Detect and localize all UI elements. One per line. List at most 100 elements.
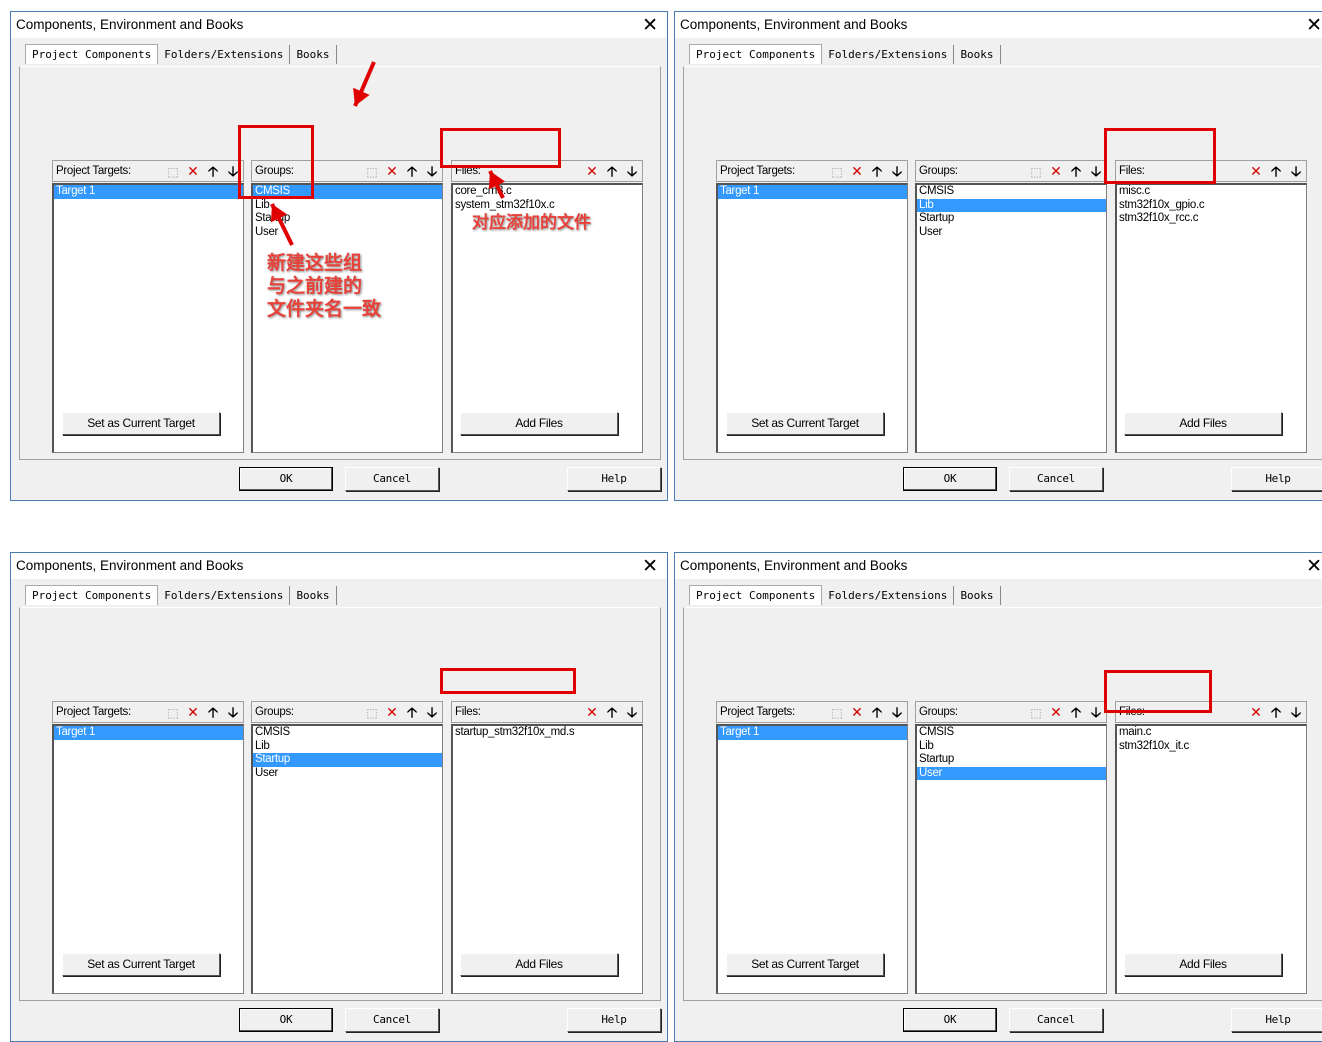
list-item[interactable]: core_cm3.c (453, 185, 642, 199)
move-down-icon[interactable]: 🡣 (1286, 703, 1306, 723)
delete-icon[interactable]: ✕ (183, 703, 203, 723)
move-up-icon[interactable]: 🡡 (402, 703, 422, 723)
move-down-icon[interactable]: 🡣 (887, 703, 907, 723)
list-item[interactable]: User (253, 226, 442, 240)
move-up-icon[interactable]: 🡡 (1266, 703, 1286, 723)
list-item[interactable]: Lib (253, 199, 442, 213)
move-down-icon[interactable]: 🡣 (422, 703, 442, 723)
list-item[interactable]: Lib (917, 740, 1106, 754)
move-up-icon[interactable]: 🡡 (602, 703, 622, 723)
groups-list[interactable]: CMSIS Lib Startup User (915, 183, 1107, 453)
list-item[interactable]: Lib (253, 740, 442, 754)
list-item[interactable]: Lib (917, 198, 1106, 212)
close-icon[interactable]: ✕ (642, 14, 658, 36)
move-up-icon[interactable]: 🡡 (1066, 703, 1086, 723)
delete-icon[interactable]: ✕ (382, 162, 402, 182)
tab-project-components[interactable]: Project Components (689, 44, 823, 64)
tab-books[interactable]: Books (290, 45, 337, 64)
help-button[interactable]: Help (1231, 467, 1322, 491)
ok-button[interactable]: OK (903, 467, 997, 491)
new-item-icon[interactable]: ⬚ (827, 162, 847, 182)
delete-icon[interactable]: ✕ (847, 162, 867, 182)
list-item[interactable]: startup_stm32f10x_md.s (453, 726, 642, 740)
cancel-button[interactable]: Cancel (1009, 467, 1103, 491)
list-item[interactable]: Startup (253, 212, 442, 226)
list-item[interactable]: User (917, 226, 1106, 240)
move-down-icon[interactable]: 🡣 (223, 703, 243, 723)
list-item[interactable]: Target 1 (54, 185, 243, 199)
list-item[interactable]: User (253, 767, 442, 781)
new-item-icon[interactable]: ⬚ (1026, 703, 1046, 723)
ok-button[interactable]: OK (903, 1008, 997, 1032)
close-icon[interactable]: ✕ (1306, 555, 1322, 577)
new-item-icon[interactable]: ⬚ (362, 162, 382, 182)
list-item[interactable]: Startup (917, 212, 1106, 226)
ok-button[interactable]: OK (239, 1008, 333, 1032)
move-up-icon[interactable]: 🡡 (602, 162, 622, 182)
move-down-icon[interactable]: 🡣 (887, 162, 907, 182)
set-current-target-button[interactable]: Set as Current Target (726, 412, 884, 435)
list-item[interactable]: stm32f10x_gpio.c (1117, 199, 1306, 213)
new-item-icon[interactable]: ⬚ (827, 703, 847, 723)
tab-folders-extensions[interactable]: Folders/Extensions (822, 45, 955, 64)
tab-project-components[interactable]: Project Components (689, 585, 823, 605)
help-button[interactable]: Help (567, 467, 661, 491)
groups-list[interactable]: CMSIS Lib Startup User (251, 724, 443, 994)
tab-folders-extensions[interactable]: Folders/Extensions (158, 45, 291, 64)
new-item-icon[interactable]: ⬚ (163, 162, 183, 182)
tab-project-components[interactable]: Project Components (25, 585, 159, 605)
add-files-button[interactable]: Add Files (460, 953, 618, 976)
new-item-icon[interactable]: ⬚ (362, 703, 382, 723)
list-item[interactable]: stm32f10x_it.c (1117, 740, 1306, 754)
cancel-button[interactable]: Cancel (345, 1008, 439, 1032)
move-up-icon[interactable]: 🡡 (203, 162, 223, 182)
list-item[interactable]: Startup (253, 753, 442, 767)
close-icon[interactable]: ✕ (1306, 14, 1322, 36)
delete-icon[interactable]: ✕ (1246, 703, 1266, 723)
move-up-icon[interactable]: 🡡 (1266, 162, 1286, 182)
move-up-icon[interactable]: 🡡 (867, 162, 887, 182)
set-current-target-button[interactable]: Set as Current Target (62, 953, 220, 976)
list-item[interactable]: CMSIS (917, 185, 1106, 199)
list-item[interactable]: Target 1 (54, 726, 243, 740)
tab-books[interactable]: Books (290, 586, 337, 605)
delete-icon[interactable]: ✕ (183, 162, 203, 182)
add-files-button[interactable]: Add Files (1124, 953, 1282, 976)
tab-project-components[interactable]: Project Components (25, 44, 159, 64)
tab-books[interactable]: Books (954, 586, 1001, 605)
new-item-icon[interactable]: ⬚ (1026, 162, 1046, 182)
move-down-icon[interactable]: 🡣 (1086, 703, 1106, 723)
cancel-button[interactable]: Cancel (1009, 1008, 1103, 1032)
list-item[interactable]: CMSIS (917, 726, 1106, 740)
delete-icon[interactable]: ✕ (1246, 162, 1266, 182)
list-item[interactable]: Target 1 (718, 185, 907, 199)
close-icon[interactable]: ✕ (642, 555, 658, 577)
add-files-button[interactable]: Add Files (460, 412, 618, 435)
move-up-icon[interactable]: 🡡 (1066, 162, 1086, 182)
move-up-icon[interactable]: 🡡 (203, 703, 223, 723)
move-down-icon[interactable]: 🡣 (1086, 162, 1106, 182)
tab-folders-extensions[interactable]: Folders/Extensions (158, 586, 291, 605)
move-down-icon[interactable]: 🡣 (1286, 162, 1306, 182)
delete-icon[interactable]: ✕ (382, 703, 402, 723)
help-button[interactable]: Help (1231, 1008, 1322, 1032)
move-down-icon[interactable]: 🡣 (622, 703, 642, 723)
groups-list[interactable]: CMSIS Lib Startup User (915, 724, 1107, 994)
delete-icon[interactable]: ✕ (582, 703, 602, 723)
add-files-button[interactable]: Add Files (1124, 412, 1282, 435)
move-up-icon[interactable]: 🡡 (402, 162, 422, 182)
help-button[interactable]: Help (567, 1008, 661, 1032)
list-item[interactable]: main.c (1117, 726, 1306, 740)
list-item[interactable]: stm32f10x_rcc.c (1117, 212, 1306, 226)
list-item[interactable]: Target 1 (718, 726, 907, 740)
cancel-button[interactable]: Cancel (345, 467, 439, 491)
delete-icon[interactable]: ✕ (1046, 703, 1066, 723)
list-item[interactable]: Startup (917, 753, 1106, 767)
tab-books[interactable]: Books (954, 45, 1001, 64)
ok-button[interactable]: OK (239, 467, 333, 491)
list-item[interactable]: misc.c (1117, 185, 1306, 199)
list-item[interactable]: CMSIS (253, 726, 442, 740)
move-down-icon[interactable]: 🡣 (422, 162, 442, 182)
tab-folders-extensions[interactable]: Folders/Extensions (822, 586, 955, 605)
new-item-icon[interactable]: ⬚ (163, 703, 183, 723)
